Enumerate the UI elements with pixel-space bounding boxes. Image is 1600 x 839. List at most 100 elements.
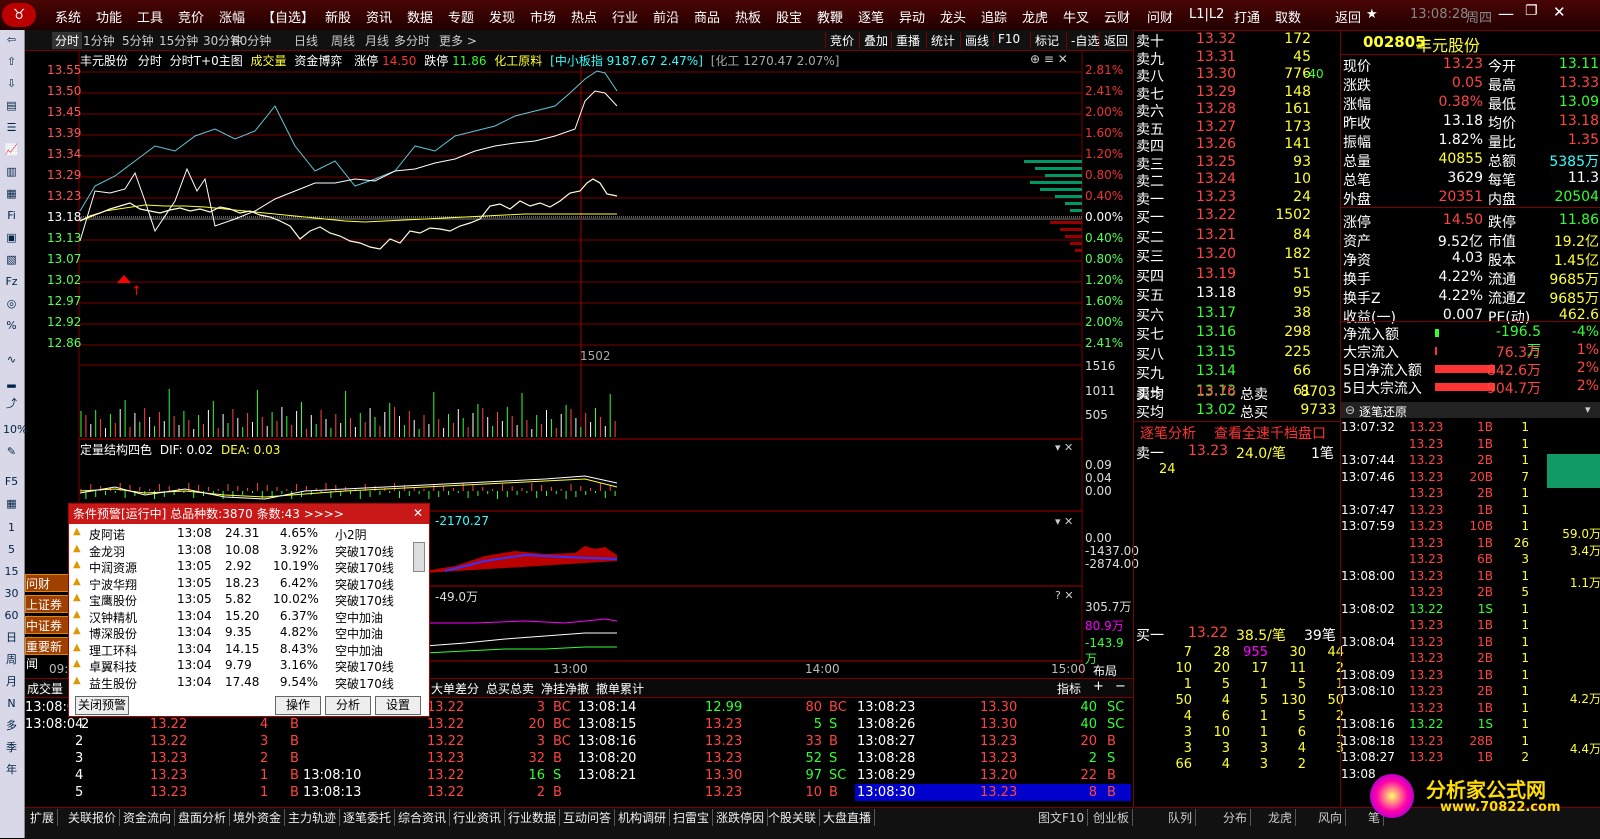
bottom-tab[interactable]: 行业资讯 bbox=[450, 809, 506, 826]
bottom-tab[interactable]: 创业板 bbox=[1090, 809, 1134, 826]
fiz-icon[interactable]: Fz bbox=[3, 274, 20, 290]
period-multi[interactable]: 多 bbox=[3, 718, 20, 734]
period-day[interactable]: 日 bbox=[3, 630, 20, 646]
sell-level-row[interactable]: 卖二 13.24 10 bbox=[1136, 171, 1336, 190]
bottom-tab[interactable]: 主力轨迹 bbox=[285, 809, 341, 826]
pct10-icon[interactable]: 10% bbox=[3, 422, 27, 438]
bottom-tab[interactable]: 队列 bbox=[1165, 809, 1197, 826]
period-5[interactable]: 5 bbox=[3, 542, 20, 558]
buy-level-row[interactable]: 买七 13.16 298 bbox=[1136, 324, 1336, 343]
menu-item[interactable]: 系统 bbox=[55, 7, 81, 26]
bottom-tab[interactable]: 扫雷宝 bbox=[670, 809, 714, 826]
period-week[interactable]: 周 bbox=[3, 652, 20, 668]
bottom-tab[interactable]: 逐笔委托 bbox=[340, 809, 396, 826]
chart-mode[interactable]: 分时 bbox=[138, 54, 162, 68]
bottom-tab[interactable]: 综合资讯 bbox=[395, 809, 451, 826]
period-tab[interactable]: 60分钟 bbox=[232, 32, 271, 49]
back-icon[interactable]: ⇦ bbox=[3, 32, 20, 48]
alert-row[interactable]: ▲ 皮阿诺 13:08 24.31 4.65% 小2阴 bbox=[73, 526, 403, 542]
fund-close-icon[interactable]: ▾ ✕ bbox=[1055, 515, 1073, 528]
sell-level-row[interactable]: 卖三 13.25 93 bbox=[1136, 154, 1336, 173]
menu-item[interactable]: 工具 bbox=[137, 7, 163, 26]
sell-level-row[interactable]: 卖一 13.23 24 bbox=[1136, 189, 1336, 208]
buy-level-row[interactable]: 买四 13.19 51 bbox=[1136, 266, 1336, 285]
layout-button[interactable]: 布局 bbox=[1093, 662, 1117, 679]
buy-level-row[interactable]: 买六 13.17 38 bbox=[1136, 305, 1336, 324]
menu-item[interactable]: 教鞭 bbox=[817, 7, 843, 26]
sell-level-row[interactable]: 卖七 13.29 148 bbox=[1136, 84, 1336, 103]
tab-cancel-cum[interactable]: 撤单累计 bbox=[596, 680, 644, 697]
flow-help-icon[interactable]: ? ✕ bbox=[1055, 589, 1074, 602]
app-logo-icon[interactable]: ♉ bbox=[2, 3, 36, 27]
tab-bigorder-diff[interactable]: 大单差分 bbox=[431, 680, 479, 697]
period-60[interactable]: 60 bbox=[3, 608, 20, 624]
bottom-tab[interactable]: 分布 bbox=[1220, 809, 1252, 826]
chart-tab-fund[interactable]: 资金博弈 bbox=[294, 54, 342, 68]
tab-full-depth[interactable]: 查看全速千档盘口 bbox=[1214, 423, 1326, 443]
menu-item[interactable]: 打通 bbox=[1234, 7, 1260, 26]
pen-icon[interactable]: ✎ bbox=[3, 444, 20, 460]
bottom-tab[interactable]: 涨跌停因 bbox=[713, 809, 769, 826]
alert-analyze-button[interactable]: 分析 bbox=[325, 696, 371, 715]
chart-tool-button[interactable]: 竞价 bbox=[825, 32, 854, 49]
menu-item[interactable]: 发现 bbox=[489, 7, 515, 26]
alert-close-icon[interactable]: ✕ bbox=[413, 506, 423, 520]
period-tab[interactable]: 15分钟 bbox=[159, 32, 198, 49]
period-tab[interactable]: 日线 bbox=[294, 32, 318, 49]
alert-row[interactable]: ▲ 理工环科 13:04 14.15 8.43% 空中加油 bbox=[73, 642, 403, 658]
period-season[interactable]: 季 bbox=[3, 740, 20, 756]
menu-item[interactable]: 资讯 bbox=[366, 7, 392, 26]
period-year[interactable]: 年 bbox=[3, 762, 20, 778]
kline-icon[interactable]: ▥ bbox=[3, 164, 20, 180]
alert-row[interactable]: ▲ 卓翼科技 13:04 9.79 3.16% 突破170线 bbox=[73, 658, 403, 674]
sell-level-row[interactable]: 卖六 13.28 161 bbox=[1136, 101, 1336, 120]
menu-item[interactable]: 异动 bbox=[899, 7, 925, 26]
doc-icon[interactable]: ▣ bbox=[3, 230, 20, 246]
up-icon[interactable]: ⇧ bbox=[3, 54, 20, 70]
menu-item[interactable]: 热点 bbox=[571, 7, 597, 26]
macd-close-icon[interactable]: ▾ ✕ bbox=[1055, 441, 1073, 454]
chart-mode2[interactable]: 分时T+0主图 bbox=[170, 54, 243, 68]
table-icon[interactable]: ▦ bbox=[3, 186, 20, 202]
menu-item[interactable]: 商品 bbox=[694, 7, 720, 26]
menu-item[interactable]: 逐笔 bbox=[858, 7, 884, 26]
menu-item[interactable]: 【自选】 bbox=[262, 7, 314, 26]
macd-label[interactable]: 定量结构四色 bbox=[80, 443, 152, 457]
menu-item[interactable]: 竞价 bbox=[178, 7, 204, 26]
percent-icon[interactable]: % bbox=[3, 318, 20, 334]
bar-icon[interactable]: ▂ bbox=[3, 374, 20, 390]
grid-icon[interactable]: ▦ bbox=[3, 496, 20, 512]
menu-return[interactable]: 返回 bbox=[1335, 7, 1361, 26]
alert-settings-button[interactable]: 设置 bbox=[375, 696, 421, 715]
chart-tool-button[interactable]: 叠加 bbox=[859, 32, 888, 49]
menu-item[interactable]: 数据 bbox=[407, 7, 433, 26]
menu-item[interactable]: 热板 bbox=[735, 7, 761, 26]
zoom-in-icon[interactable]: + bbox=[1093, 679, 1104, 694]
side-btn-news[interactable]: 重要新闻 bbox=[25, 637, 71, 671]
period-month[interactable]: 月 bbox=[3, 674, 20, 690]
alert-row[interactable]: ▲ 金龙羽 13:08 10.08 3.92% 突破170线 bbox=[73, 543, 403, 559]
trend-icon[interactable]: ⤴ bbox=[3, 396, 20, 412]
side-btn-sz[interactable]: 上证券指 bbox=[25, 595, 71, 629]
minimize-icon[interactable]: — bbox=[1498, 4, 1514, 23]
chart-options-icons[interactable]: ⊕ ≡ ✕ bbox=[1030, 52, 1068, 66]
calendar-icon[interactable]: ▧ bbox=[3, 252, 20, 268]
condition-alert-dialog[interactable]: 条件预警[运行中] 总品种数:3870 条数:43 >>>> ✕ ▲ 皮阿诺 13:… bbox=[68, 503, 430, 717]
period-tab[interactable]: 周线 bbox=[331, 32, 355, 49]
chart-tab-volume[interactable]: 成交量 bbox=[251, 54, 287, 68]
bottom-tab[interactable]: 扩展 bbox=[27, 809, 59, 826]
compare-icon[interactable]: ▤ bbox=[3, 98, 20, 114]
buy-level-row[interactable]: 买二 13.21 84 bbox=[1136, 227, 1336, 246]
chart-tool-button[interactable]: 统计 bbox=[926, 32, 955, 49]
period-1[interactable]: 1 bbox=[3, 520, 20, 536]
period-tab[interactable]: 月线 bbox=[365, 32, 389, 49]
line-chart-icon[interactable]: 📈 bbox=[3, 142, 20, 158]
wave-icon[interactable]: ∿ bbox=[3, 352, 20, 368]
chart-tool-button[interactable]: 画线 bbox=[960, 32, 989, 49]
menu-item[interactable]: 取数 bbox=[1275, 7, 1301, 26]
menu-item[interactable]: 功能 bbox=[96, 7, 122, 26]
menu-item[interactable]: 云财 bbox=[1104, 7, 1130, 26]
buy-level-row[interactable]: 买五 13.18 95 bbox=[1136, 285, 1336, 304]
menu-item[interactable]: 市场 bbox=[530, 7, 556, 26]
alert-row[interactable]: ▲ 宁波华翔 13:05 18.23 6.42% 突破170线 bbox=[73, 576, 403, 592]
